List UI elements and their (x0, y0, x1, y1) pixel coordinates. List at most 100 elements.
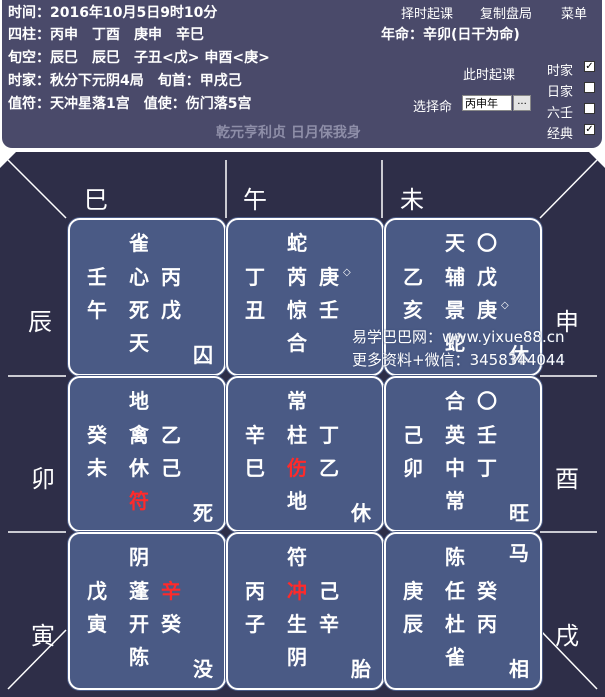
palace-kan[interactable]: 符 丙 冲 己 子 生 辛 阴 胎 (226, 532, 384, 690)
hidden-stem: 壬 (319, 298, 339, 322)
hidden-stem: 己 (161, 456, 181, 480)
option-jingdian-checkbox[interactable]: ✓ (584, 124, 595, 135)
duty-line: 值符：天冲星落1宫 值使：伤门落5宫 (8, 96, 252, 112)
heaven-stem: 己 (403, 423, 423, 447)
earth-stem: 壬 (477, 423, 497, 447)
palace-zhen[interactable]: 地 癸 禽 乙 未 休 己 符 死 (68, 376, 226, 532)
qimen-chart: 巳 午 未 辰 申 卯 酉 寅 戌 雀 壬 心 丙 午 死 戊 天 囚 蛇 丁 … (0, 150, 605, 697)
heaven-stem: 乙 (403, 265, 423, 289)
branch-wu: 午 (243, 186, 267, 214)
branch-stem: 午 (87, 298, 107, 322)
deity-2: 雀 (445, 645, 465, 669)
select-time-button[interactable]: 择时起课 (401, 3, 453, 22)
time-line: 时间：2016年10月5日9时10分 (8, 5, 218, 21)
heaven-stem: 辛 (245, 423, 265, 447)
deity: 地 (129, 389, 149, 413)
door: 杜 (445, 612, 465, 636)
branch-you: 酉 (555, 465, 579, 493)
state-badge: 死 (193, 501, 213, 525)
life-stem-line: 年命：辛卯(日干为命) (381, 27, 520, 43)
option-shijia-checkbox[interactable]: ✓ (584, 61, 595, 72)
state-badge: 没 (193, 657, 213, 681)
earth-stem: 丁 (319, 423, 339, 447)
bureau-line: 时家：秋分下元阴4局 旬首：甲戌己 (8, 73, 242, 89)
palace-qian[interactable]: 陈 马 庚 任 癸 辰 杜 丙 雀 相 (384, 532, 542, 690)
door: 开 (129, 612, 149, 636)
copy-chart-button[interactable]: 复制盘局 (480, 3, 532, 22)
four-pillars-line: 四柱：丙申 丁酉 庚申 辛巳 (8, 27, 204, 43)
door: 休 (129, 456, 149, 480)
palace-gen[interactable]: 阴 戊 蓬 辛 寅 开 癸 陈 没 (68, 532, 226, 690)
option-liuren-checkbox[interactable] (584, 103, 595, 114)
deity-2: 天 (129, 331, 149, 355)
header-panel: 时间：2016年10月5日9时10分 四柱：丙申 丁酉 庚申 辛巳 年命：辛卯(… (2, 0, 602, 148)
horse-star-badge: 马 (509, 541, 529, 565)
star: 芮 (287, 265, 307, 289)
branch-stem: 子 (245, 612, 265, 636)
deity: 陈 (445, 545, 465, 569)
star: 辅 (445, 265, 465, 289)
hidden-stem: 丙 (477, 612, 497, 636)
deity-2-highlighted: 符 (129, 489, 149, 513)
star: 任 (445, 579, 465, 603)
palace-center[interactable]: 常 辛 柱 丁 巳 伤 乙 地 休 (226, 376, 384, 532)
branch-mao: 卯 (31, 465, 55, 493)
deity-2: 阴 (287, 645, 307, 669)
hidden-stem: 丁 (477, 456, 497, 480)
deity-2: 地 (287, 489, 307, 513)
marker-diamond-icon: ◇ (501, 300, 509, 311)
branch-si: 巳 (84, 186, 108, 214)
option-rijia-checkbox[interactable] (584, 82, 595, 93)
star-highlighted: 冲 (287, 579, 307, 603)
select-life-label: 选择命 (413, 100, 453, 115)
palace-xun[interactable]: 雀 壬 心 丙 午 死 戊 天 囚 (68, 218, 226, 376)
heaven-stem: 丁 (245, 265, 265, 289)
earth-stem: 己 (319, 579, 339, 603)
heaven-stem: 丙 (245, 579, 265, 603)
earth-stem: 戊 (477, 265, 497, 289)
earth-stem: 丙 (161, 265, 181, 289)
life-year-picker-button[interactable]: ... (513, 95, 531, 111)
state-badge: 休 (351, 501, 371, 525)
deity-2: 合 (287, 331, 307, 355)
star: 蓬 (129, 579, 149, 603)
star: 柱 (287, 423, 307, 447)
heaven-stem: 庚 (403, 579, 423, 603)
door: 惊 (287, 298, 307, 322)
door-highlighted: 伤 (287, 456, 307, 480)
palace-dui[interactable]: 合 〇 己 英 壬 卯 中 丁 常 旺 (384, 376, 542, 532)
branch-wei: 未 (400, 186, 424, 214)
earth-stem: 乙 (161, 423, 181, 447)
state-badge: 胎 (351, 657, 371, 681)
door: 景 (445, 298, 465, 322)
option-rijia-label: 日家 (547, 85, 574, 100)
state-badge: 旺 (509, 501, 529, 525)
option-liuren-label: 六壬 (547, 106, 574, 121)
branch-stem: 亥 (403, 298, 423, 322)
marker-circle-icon: 〇 (477, 389, 497, 413)
option-shijia-label: 时家 (547, 64, 574, 79)
branch-stem: 卯 (403, 456, 423, 480)
heaven-stem: 癸 (87, 423, 107, 447)
life-year-input[interactable]: 丙申年 (462, 95, 512, 111)
menu-button[interactable]: 菜单 (561, 3, 587, 22)
hidden-stem: 庚 (477, 298, 497, 322)
heaven-stem: 戊 (87, 579, 107, 603)
deity: 阴 (129, 545, 149, 569)
state-badge: 相 (509, 657, 529, 681)
hidden-stem: 癸 (161, 612, 181, 636)
deity: 符 (287, 545, 307, 569)
heaven-stem: 壬 (87, 265, 107, 289)
branch-xu: 戌 (555, 622, 579, 650)
door: 中 (445, 456, 465, 480)
star: 禽 (129, 423, 149, 447)
hidden-stem: 戊 (161, 298, 181, 322)
deity: 常 (287, 389, 307, 413)
branch-yin: 寅 (31, 622, 55, 650)
earth-stem-highlighted: 辛 (161, 579, 181, 603)
branch-stem: 寅 (87, 612, 107, 636)
star: 英 (445, 423, 465, 447)
hidden-stem: 辛 (319, 612, 339, 636)
cast-now-button[interactable]: 此时起课 (463, 64, 515, 83)
state-badge: 囚 (193, 343, 213, 367)
